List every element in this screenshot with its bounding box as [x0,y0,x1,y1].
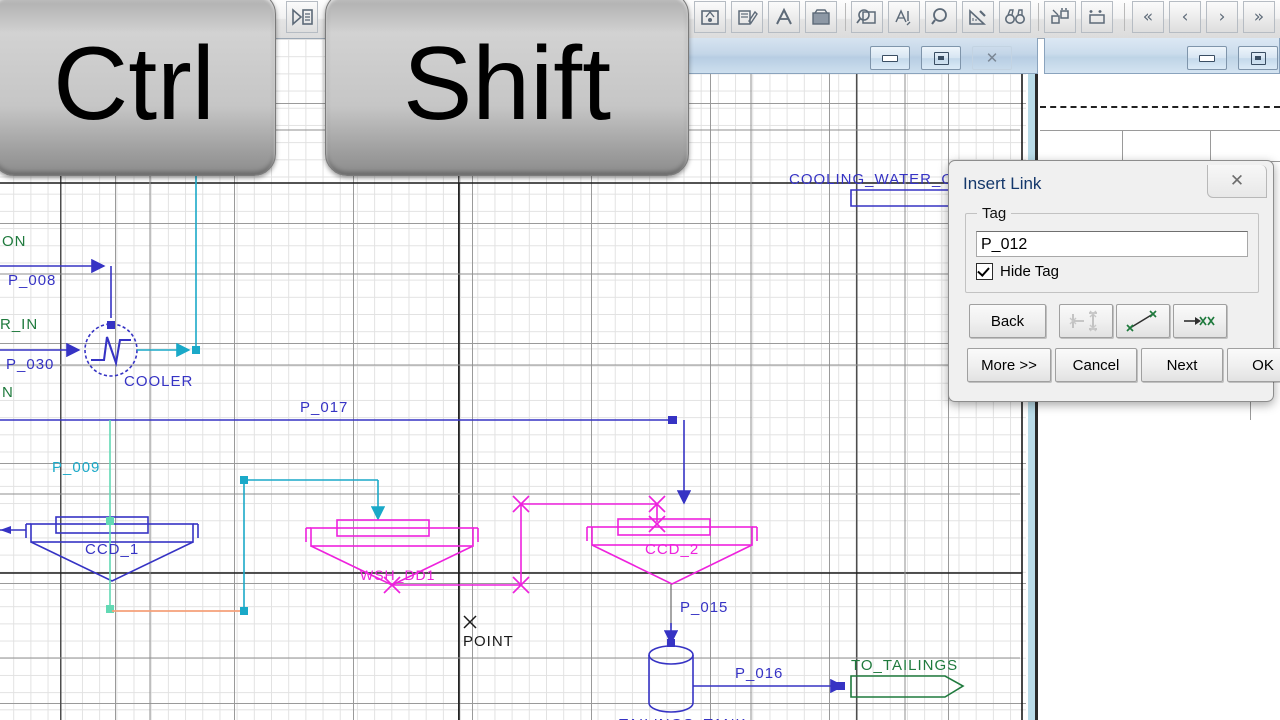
nav-prev-label: ‹ [1181,6,1189,27]
shift-key-label: Shift [402,26,612,142]
hide-tag-label: Hide Tag [1000,263,1059,280]
right-pane-dashed-boundary [1040,106,1280,108]
label-p030: P_030 [6,356,54,373]
label-ccd2: CCD_2 [645,541,699,558]
ctrl-key: Ctrl [0,0,276,176]
zoom-icon[interactable] [925,1,957,33]
tag-input[interactable]: P_012 [976,231,1248,257]
next-button[interactable]: Next [1141,348,1223,382]
child-a-close-button[interactable]: ✕ [972,46,1012,70]
maximize-icon [1250,51,1266,65]
align-icon[interactable] [1044,1,1076,33]
minimize-icon [882,54,898,62]
nav-last-button[interactable]: » [1243,1,1275,33]
child-b-maximize-button[interactable] [1238,46,1278,70]
cancel-button[interactable]: Cancel [1055,348,1137,382]
run-script-icon[interactable] [286,1,318,33]
nav-next-button[interactable]: › [1206,1,1238,33]
zoom-window-icon[interactable] [851,1,883,33]
child-a-minimize-button[interactable] [870,46,910,70]
label-point: POINT [463,633,514,650]
minimize-icon [1199,54,1215,62]
find-icon[interactable] [999,1,1031,33]
close-icon: ✕ [985,48,999,67]
insert-symbol-icon[interactable] [694,1,726,33]
point-marker-icon[interactable] [463,615,477,629]
dialog-title: Insert Link [963,174,1042,193]
back-button[interactable]: Back [969,304,1046,338]
child-b-minimize-button[interactable] [1187,46,1227,70]
maximize-icon [933,51,949,65]
nav-next-label: › [1218,6,1226,27]
label-p016: P_016 [735,665,783,682]
insert-link-dialog[interactable]: Insert Link ✕ Tag P_012 Hide Tag Back Mo… [948,160,1280,402]
distribute-icon[interactable] [1081,1,1113,33]
hide-tag-checkbox[interactable] [976,263,993,280]
child-a-maximize-button[interactable] [921,46,961,70]
zoom-all-icon[interactable] [888,1,920,33]
label-wsh-dd1: WSH_DD1 [360,567,435,583]
edit-properties-icon[interactable] [731,1,763,33]
nav-prev-button[interactable]: ‹ [1169,1,1201,33]
more-button[interactable]: More >> [967,348,1051,382]
join-link-icon[interactable] [1173,304,1227,338]
shift-key: Shift [325,0,689,176]
close-icon: ✕ [1229,171,1245,191]
label-p017: P_017 [300,399,348,416]
stream-p016[interactable] [693,678,845,694]
label-to-tailings: TO_TAILINGS [851,657,958,674]
label-p009: P_009 [52,459,100,476]
nav-last-label: » [1253,6,1265,27]
right-pane-rule-1 [1040,130,1280,131]
label-p015: P_015 [680,599,728,616]
insert-vertex-icon[interactable] [1116,304,1170,338]
stream-p017[interactable] [0,416,692,505]
dialog-close-button[interactable]: ✕ [1207,165,1267,198]
toolbar-separator-1 [845,3,846,31]
ctrl-key-label: Ctrl [53,26,215,142]
tag-group-label: Tag [977,205,1012,222]
label-partial-r-in: R_IN [0,316,38,333]
nav-first-label: « [1142,6,1154,27]
label-partial-on: ON [2,233,27,250]
insert-image-icon[interactable] [805,1,837,33]
right-pane-rule-3 [1122,130,1123,161]
label-ccd1: CCD_1 [85,541,139,558]
to-tailings-stream-arrow[interactable] [850,675,965,698]
right-pane-rule-4 [1210,130,1211,161]
tailings-tank-vessel[interactable] [648,639,694,713]
label-tailings-tank: TAILINGS_TANK [619,716,746,720]
toolbar-separator-2 [1038,3,1039,31]
label-partial-n: N [2,384,14,401]
split-link-icon[interactable] [1059,304,1113,338]
child-window-b-titlebar[interactable] [1044,38,1280,74]
label-p008: P_008 [8,272,56,289]
measure-icon[interactable] [962,1,994,33]
nav-first-button[interactable]: « [1132,1,1164,33]
cooler-heat-exchanger[interactable] [84,323,138,377]
hide-tag-checkbox-row[interactable]: Hide Tag [976,263,1059,280]
insert-text-icon[interactable] [768,1,800,33]
label-cooler: COOLER [124,373,193,390]
toolbar-separator-3 [1124,3,1125,31]
ok-button[interactable]: OK [1227,348,1280,382]
child-window-a-titlebar[interactable]: ✕ [686,38,1038,74]
